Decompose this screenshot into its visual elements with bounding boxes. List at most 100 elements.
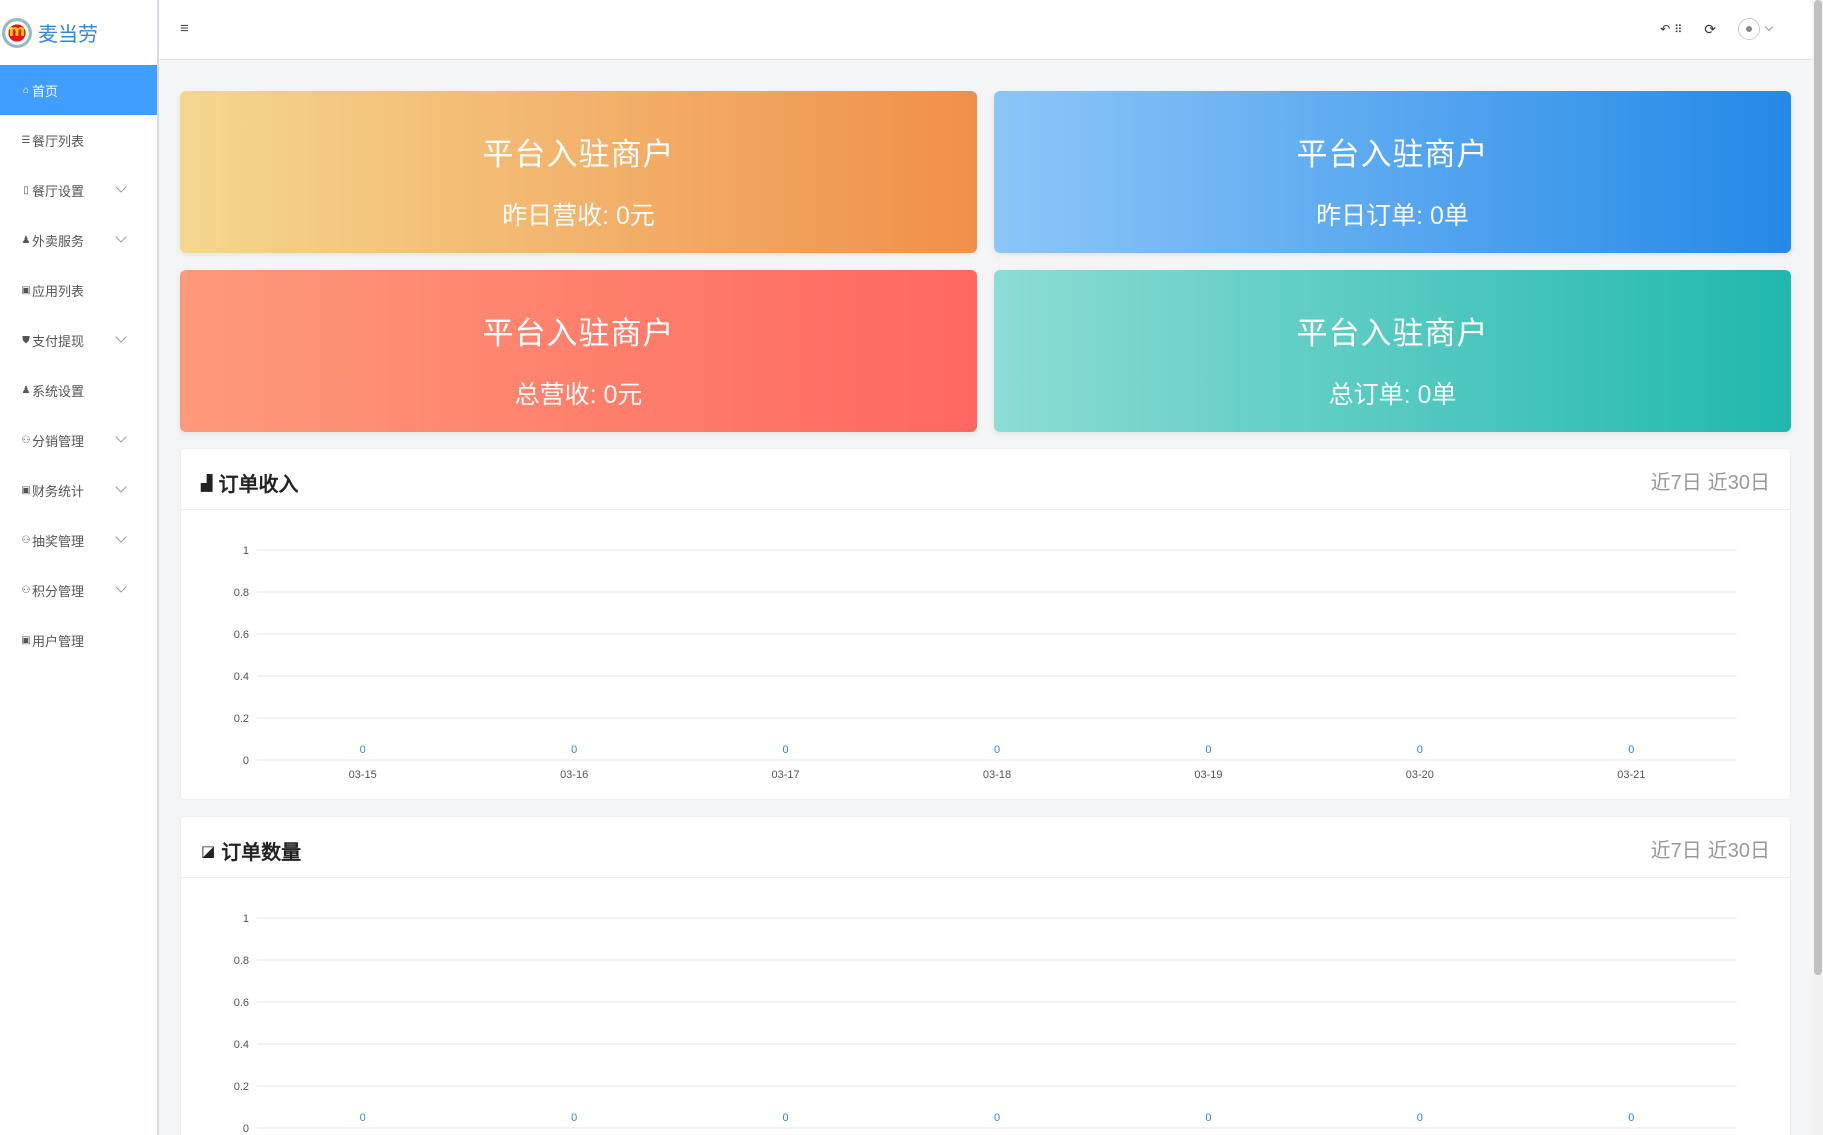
stat-card-yesterday-orders: 平台入驻商户 昨日订单: 0单 — [994, 91, 1791, 253]
panel-title: ▟ 订单收入 — [201, 468, 299, 497]
group-icon: ⚇ — [21, 534, 31, 546]
range-switch: 近7日 近30日 — [1651, 466, 1770, 495]
sidebar-item-11[interactable]: ▣ 用户管理 — [0, 615, 157, 665]
range-30-days[interactable]: 近30日 — [1708, 466, 1770, 495]
sidebar-item-8[interactable]: ▣ 财务统计 — [0, 465, 157, 515]
data-label: 0 — [1417, 1112, 1423, 1124]
avatar-icon[interactable] — [1738, 18, 1760, 40]
data-label: 0 — [571, 1112, 577, 1124]
card-title: 平台入驻商户 — [482, 316, 675, 351]
sidebar-item-10[interactable]: ⚇ 积分管理 — [0, 565, 157, 615]
chevron-down-icon[interactable] — [1764, 22, 1774, 32]
shield-icon: ⛊ — [22, 334, 30, 346]
sidebar-item-label: 用户管理 — [32, 633, 85, 649]
card-title: 平台入驻商户 — [482, 137, 675, 172]
y-tick-label: 0 — [243, 755, 249, 767]
scrollbar-thumb[interactable] — [1814, 0, 1822, 975]
x-tick-label: 03-15 — [349, 769, 377, 781]
x-tick-label: 03-19 — [1194, 769, 1222, 781]
range-30-days[interactable]: 近30日 — [1708, 834, 1770, 863]
panel-header: ▟ 订单收入 近7日 近30日 — [181, 449, 1790, 510]
data-label: 0 — [783, 1112, 789, 1124]
data-label: 0 — [360, 744, 366, 756]
card-subtitle: 总订单: 0单 — [1328, 381, 1457, 409]
page-scrollbar[interactable] — [1813, 0, 1823, 1135]
app-icon: ▣ — [21, 284, 31, 296]
chevron-down-icon — [115, 581, 127, 593]
chevron-down-icon — [115, 481, 127, 493]
sidebar-item-label: 积分管理 — [32, 583, 85, 599]
data-label: 0 — [1628, 744, 1634, 756]
y-tick-label: 0.6 — [234, 997, 249, 1009]
y-tick-label: 1 — [243, 913, 249, 925]
range-7-days[interactable]: 近7日 — [1651, 466, 1702, 495]
hamburger-icon[interactable]: ≡ — [180, 20, 189, 37]
order-count-panel: ◪ 订单数量 近7日 近30日 10.80.60.40.20003-15003-… — [180, 816, 1791, 1135]
y-tick-label: 1 — [243, 545, 249, 557]
x-tick-label: 03-18 — [983, 769, 1011, 781]
sidebar-item-label: 餐厅列表 — [32, 133, 85, 149]
sidebar-nav: ⌂ 首页 ☰ 餐厅列表 ▯ 餐厅设置 ♟ 外卖服务 ▣ 应用列表 ⛊ 支付提现 ♟ 系统设置 ⚇ 分销管理 ▣ 财… — [0, 65, 157, 665]
data-label: 0 — [1205, 1112, 1211, 1124]
y-tick-label: 0 — [243, 1123, 249, 1135]
settings-icon: ▯ — [23, 184, 29, 196]
stat-card-total-revenue: 平台入驻商户 总营收: 0元 — [180, 270, 977, 432]
y-tick-label: 0.2 — [234, 1081, 249, 1093]
top-header: ≡ ↶ ⠿ ⟳ — [159, 0, 1812, 60]
x-tick-label: 03-16 — [560, 769, 588, 781]
order-count-chart: 10.80.60.40.20003-15003-16003-17003-1800… — [234, 913, 1737, 1135]
home-icon: ⌂ — [22, 84, 30, 96]
panel-title: ◪ 订单数量 — [201, 836, 301, 865]
brand[interactable]: 麦当劳 — [0, 0, 157, 65]
y-tick-label: 0.8 — [234, 587, 249, 599]
sidebar-item-0[interactable]: ⌂ 首页 — [0, 65, 157, 115]
group-icon: ⚇ — [21, 434, 31, 446]
sidebar-item-label: 财务统计 — [32, 483, 85, 499]
card-title: 平台入驻商户 — [1296, 137, 1489, 172]
y-tick-label: 0.4 — [234, 1039, 249, 1051]
sidebar-item-9[interactable]: ⚇ 抽奖管理 — [0, 515, 157, 565]
sidebar-item-label: 分销管理 — [32, 433, 85, 449]
group-icon: ⚇ — [21, 584, 31, 596]
data-label: 0 — [994, 744, 1000, 756]
sidebar-item-2[interactable]: ▯ 餐厅设置 — [0, 165, 157, 215]
data-label: 0 — [1628, 1112, 1634, 1124]
user-icon: ♟ — [21, 234, 31, 246]
sidebar-item-5[interactable]: ⛊ 支付提现 — [0, 315, 157, 365]
fullscreen-icon[interactable]: ⠿ — [1674, 23, 1682, 36]
refresh-icon[interactable]: ⟳ — [1704, 21, 1716, 38]
back-icon[interactable]: ↶ — [1660, 22, 1670, 36]
y-tick-label: 0.4 — [234, 671, 249, 683]
sidebar-item-label: 首页 — [32, 83, 59, 99]
panel-title-text: 订单数量 — [221, 842, 302, 864]
card-title: 平台入驻商户 — [1296, 316, 1489, 351]
y-tick-label: 0.6 — [234, 629, 249, 641]
sidebar-item-label: 餐厅设置 — [32, 183, 85, 199]
sidebar-item-7[interactable]: ⚇ 分销管理 — [0, 415, 157, 465]
card-subtitle: 昨日营收: 0元 — [502, 202, 655, 230]
x-tick-label: 03-21 — [1617, 769, 1645, 781]
app-icon: ▣ — [21, 634, 31, 646]
stat-card-yesterday-revenue: 平台入驻商户 昨日营收: 0元 — [180, 91, 977, 253]
sidebar-item-6[interactable]: ♟ 系统设置 — [0, 365, 157, 415]
sidebar-item-label: 抽奖管理 — [32, 533, 85, 549]
chevron-down-icon — [115, 231, 127, 243]
range-switch: 近7日 近30日 — [1651, 834, 1770, 863]
sidebar-item-4[interactable]: ▣ 应用列表 — [0, 265, 157, 315]
y-tick-label: 0.8 — [234, 955, 249, 967]
stat-card-total-orders: 平台入驻商户 总订单: 0单 — [994, 270, 1791, 432]
data-label: 0 — [783, 744, 789, 756]
panel-header: ◪ 订单数量 近7日 近30日 — [181, 817, 1790, 878]
sidebar-item-1[interactable]: ☰ 餐厅列表 — [0, 115, 157, 165]
list-icon: ☰ — [21, 134, 31, 146]
header-actions: ↶ ⠿ ⟳ — [1660, 18, 1774, 40]
area-chart-icon: ◪ — [201, 842, 216, 860]
x-tick-label: 03-17 — [772, 769, 800, 781]
brand-title: 麦当劳 — [38, 24, 98, 46]
panel-title-text: 订单收入 — [218, 474, 299, 496]
data-label: 0 — [1205, 744, 1211, 756]
chevron-down-icon — [115, 331, 127, 343]
sidebar-item-3[interactable]: ♟ 外卖服务 — [0, 215, 157, 265]
range-7-days[interactable]: 近7日 — [1651, 834, 1702, 863]
x-tick-label: 03-20 — [1406, 769, 1434, 781]
